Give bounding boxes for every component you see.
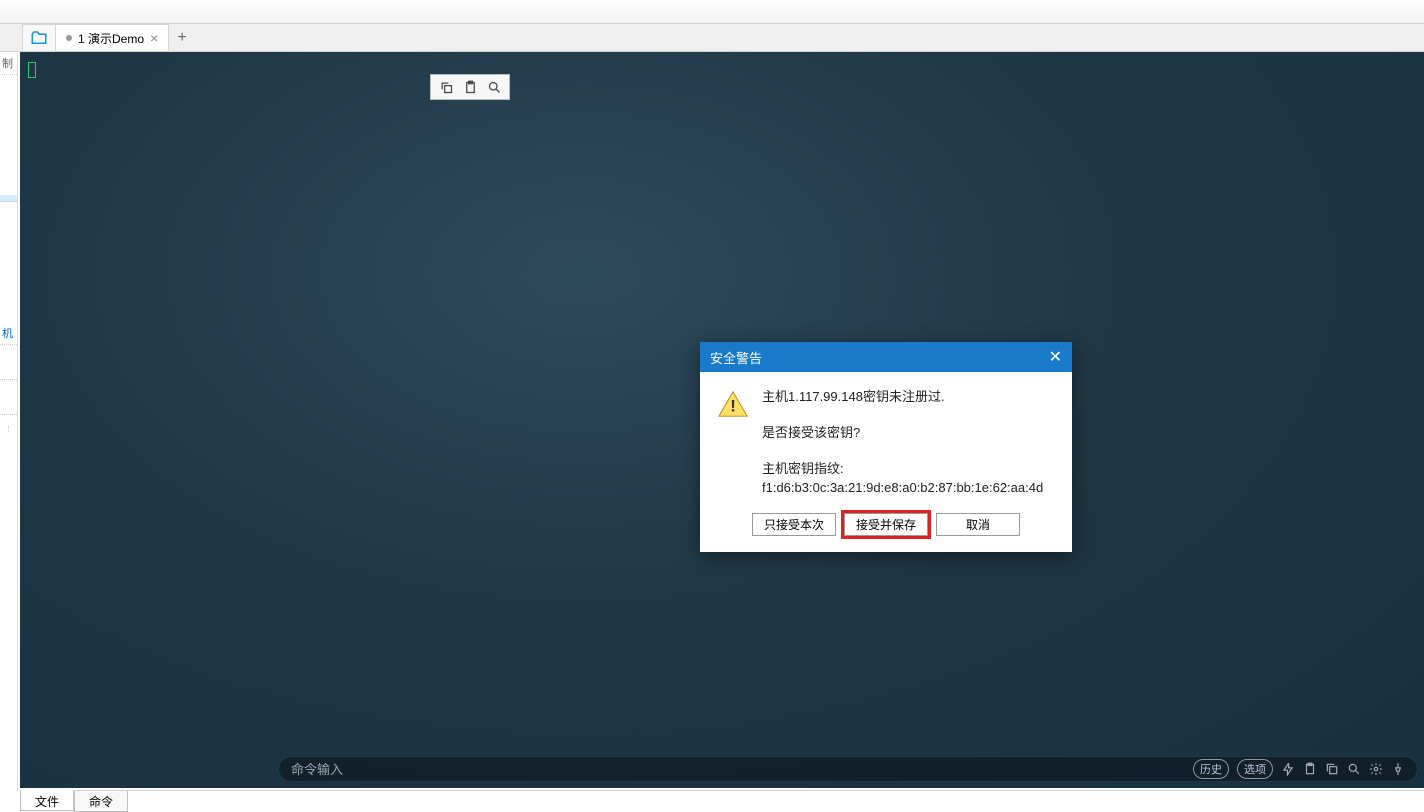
search-icon[interactable]: [1347, 762, 1361, 776]
bottom-tab-bar: 文件 命令: [20, 790, 1424, 812]
copy-icon[interactable]: [437, 78, 455, 96]
accept-and-save-button[interactable]: 接受并保存: [844, 513, 928, 536]
dialog-fingerprint-value: f1:d6:b3:0c:3a:21:9d:e8:a0:b2:87:bb:1e:6…: [762, 480, 1043, 495]
dialog-fingerprint-label: 主机密钥指纹:: [762, 461, 844, 476]
sidebar-fragment-host[interactable]: 机: [0, 322, 17, 345]
bottom-tab-command[interactable]: 命令: [74, 791, 128, 812]
settings-icon[interactable]: [1369, 762, 1383, 776]
terminal-viewport[interactable]: 安全警告 ✕ ! 主机1.117.99.148密钥未注册过. 是否接受该密钥? …: [20, 52, 1424, 788]
search-icon[interactable]: [485, 78, 503, 96]
tab-close-button[interactable]: ×: [150, 30, 158, 46]
options-button[interactable]: 选项: [1237, 759, 1273, 779]
tab-strip: 1 演示Demo × +: [0, 24, 1424, 52]
terminal-cursor: [28, 62, 36, 78]
dialog-close-button[interactable]: ✕: [1049, 347, 1062, 367]
dialog-line-host: 主机1.117.99.148密钥未注册过.: [762, 388, 1054, 406]
command-input[interactable]: [291, 762, 1185, 777]
tab-label: 1 演示Demo: [78, 30, 144, 47]
bottom-tab-file[interactable]: 文件: [20, 790, 74, 811]
sidebar-fragment-active[interactable]: [0, 195, 17, 202]
paste-icon[interactable]: [461, 78, 479, 96]
dialog-message: 主机1.117.99.148密钥未注册过. 是否接受该密钥? 主机密钥指纹: f…: [762, 388, 1054, 499]
cancel-button[interactable]: 取消: [936, 513, 1020, 536]
floating-toolbar: [430, 74, 510, 100]
lightning-icon[interactable]: [1281, 762, 1295, 776]
dialog-title-text: 安全警告: [710, 348, 762, 367]
copy-icon[interactable]: [1325, 762, 1339, 776]
security-warning-dialog: 安全警告 ✕ ! 主机1.117.99.148密钥未注册过. 是否接受该密钥? …: [700, 342, 1072, 552]
sidebar-fragment: 制: [0, 52, 17, 75]
tab-session[interactable]: 1 演示Demo ×: [56, 24, 169, 51]
command-input-bar: 历史 选项: [278, 756, 1418, 782]
svg-text:!: !: [730, 397, 736, 416]
menu-bar: [0, 0, 1424, 24]
paste-icon[interactable]: [1303, 762, 1317, 776]
accept-once-button[interactable]: 只接受本次: [752, 513, 836, 536]
new-tab-button[interactable]: +: [169, 24, 195, 51]
history-button[interactable]: 历史: [1193, 759, 1229, 779]
dialog-titlebar[interactable]: 安全警告 ✕: [700, 342, 1072, 372]
dialog-line-question: 是否接受该密钥?: [762, 424, 1054, 442]
pin-icon[interactable]: [1391, 762, 1405, 776]
open-folder-button[interactable]: [22, 24, 56, 51]
warning-icon: !: [718, 390, 748, 418]
dirty-indicator-icon: [66, 35, 72, 41]
left-sidebar: 制 机 ⋮: [0, 52, 18, 790]
